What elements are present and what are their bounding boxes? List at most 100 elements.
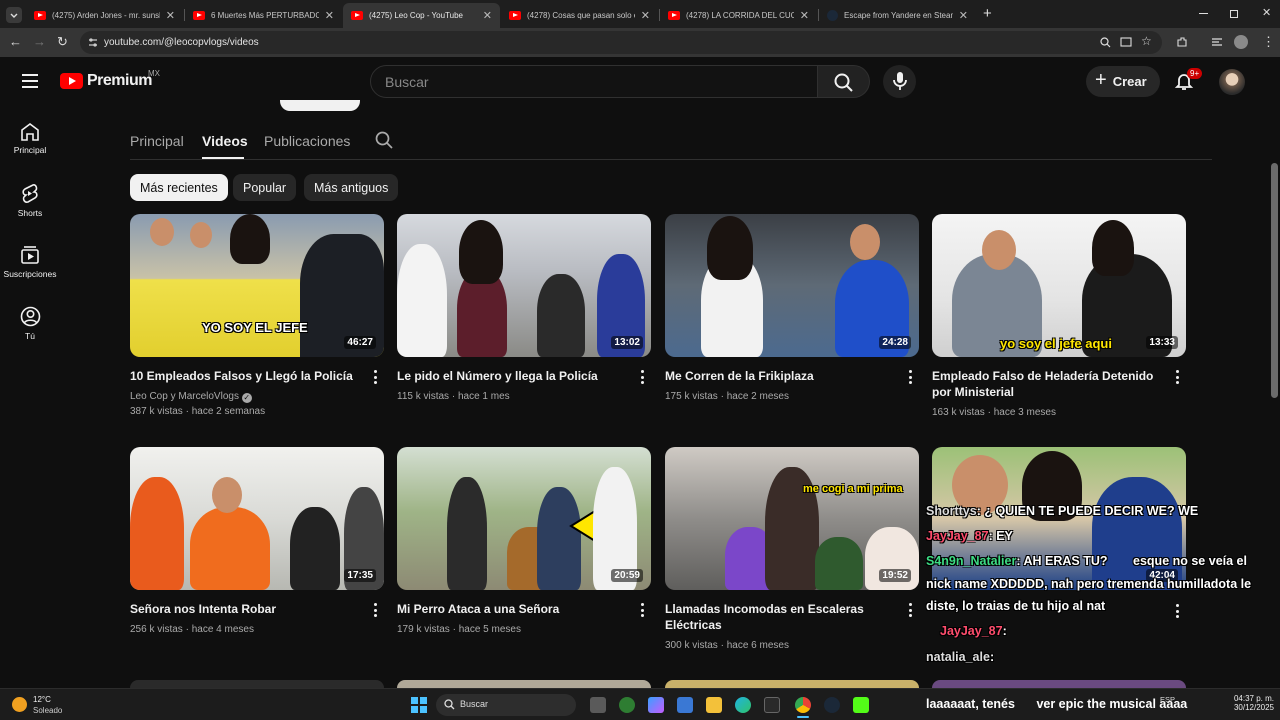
back-icon[interactable]: ← <box>9 34 22 49</box>
close-window-icon[interactable]: ✕ <box>1262 6 1271 19</box>
profile-avatar-icon[interactable] <box>1234 35 1248 49</box>
kick-icon[interactable] <box>853 697 869 713</box>
forward-icon[interactable]: → <box>33 34 46 49</box>
video-channel[interactable]: Leo Cop y MarceloVlogs ✓ <box>130 389 252 404</box>
more-options-icon[interactable] <box>641 603 645 617</box>
tab-close-icon[interactable]: ✕ <box>325 9 334 22</box>
video-title[interactable]: Mi Perro Ataca a una Señora <box>397 601 623 617</box>
minimize-icon[interactable] <box>1199 13 1208 14</box>
browser-tab-6[interactable]: Escape from Yandere en Steam ✕ <box>819 3 976 28</box>
video-title[interactable]: Señora nos Intenta Robar <box>130 601 356 617</box>
search-input[interactable]: Buscar <box>370 65 818 98</box>
tab-close-icon[interactable]: ✕ <box>959 9 968 22</box>
channel-name[interactable]: Leo Cop y MarceloVlogs <box>130 391 239 402</box>
video-title[interactable]: Llamadas Incomodas en Escaleras Eléctric… <box>665 601 891 633</box>
user-avatar[interactable] <box>1219 69 1245 95</box>
video-card[interactable]: 13:02 Le pido el Número y llega la Polic… <box>397 214 651 402</box>
windows-start-icon[interactable] <box>411 697 427 713</box>
more-options-icon[interactable] <box>374 603 378 617</box>
sidebar-item-principal[interactable]: Principal <box>0 122 60 155</box>
task-view-icon[interactable] <box>590 697 606 713</box>
subscribe-button-edge[interactable] <box>280 100 360 111</box>
tab-publicaciones[interactable]: Publicaciones <box>264 133 350 149</box>
weather-sun-icon[interactable] <box>12 697 27 712</box>
video-thumbnail[interactable]: 24:28 <box>665 214 919 357</box>
video-title[interactable]: Empleado Falso de Heladería Detenido por… <box>932 368 1158 400</box>
video-title[interactable]: Me Corren de la Frikiplaza <box>665 368 891 384</box>
scrollbar-thumb[interactable] <box>1271 163 1278 398</box>
tab-close-icon[interactable]: ✕ <box>800 9 809 22</box>
browser-tab-4[interactable]: (4278) Cosas que pasan solo en ✕ <box>501 3 658 28</box>
video-card[interactable]: yo soy el jefe aqui 13:33 Empleado Falso… <box>932 214 1186 418</box>
cast-icon[interactable] <box>1120 37 1132 48</box>
edge-icon[interactable] <box>735 697 751 713</box>
video-card[interactable]: 20:59 Mi Perro Ataca a una Señora 179 k … <box>397 447 651 635</box>
taskbar-search[interactable]: Buscar <box>436 694 576 716</box>
more-options-icon[interactable] <box>1176 370 1180 384</box>
file-explorer-icon[interactable] <box>706 697 722 713</box>
reload-icon[interactable]: ↻ <box>57 34 68 50</box>
store-icon[interactable] <box>677 697 693 713</box>
video-title[interactable]: 10 Empleados Falsos y Llegó la Policía <box>130 368 356 384</box>
browser-tab-1[interactable]: (4275) Arden Jones - mr. sunsh ✕ <box>26 3 183 28</box>
create-button[interactable]: + Crear <box>1086 66 1160 97</box>
xbox-icon[interactable] <box>619 697 635 713</box>
tab-search-icon[interactable] <box>6 7 22 23</box>
extensions-icon[interactable] <box>1176 36 1188 48</box>
chrome-icon[interactable] <box>795 697 811 713</box>
bookmark-star-icon[interactable]: ☆ <box>1141 34 1152 48</box>
restore-icon[interactable] <box>1230 10 1238 18</box>
menu-icon[interactable] <box>22 74 38 88</box>
weather-condition[interactable]: Soleado <box>33 706 62 715</box>
video-thumbnail[interactable]: 13:02 <box>397 214 651 357</box>
video-thumbnail[interactable] <box>130 680 384 688</box>
video-thumbnail[interactable]: YO SOY EL JEFE 46:27 <box>130 214 384 357</box>
sidebar-item-tu[interactable]: Tú <box>0 306 60 341</box>
tab-close-icon[interactable]: ✕ <box>483 9 492 22</box>
video-thumbnail[interactable]: me cogi a mi prima 19:52 <box>665 447 919 590</box>
excel-icon[interactable] <box>764 697 780 713</box>
browser-menu-icon[interactable]: ⋮ <box>1262 34 1275 50</box>
filter-chip-recent[interactable]: Más recientes <box>130 174 228 201</box>
video-thumbnail[interactable] <box>665 680 919 688</box>
browser-tab-2[interactable]: 6 Muertes Más PERTURBADORAS ✕ <box>185 3 342 28</box>
channel-search-icon[interactable] <box>375 131 393 149</box>
sidebar-item-suscripciones[interactable]: Suscripciones <box>0 245 60 279</box>
video-card[interactable]: 17:35 Señora nos Intenta Robar 256 k vis… <box>130 447 384 635</box>
language-indicator[interactable]: ESP <box>1160 695 1175 704</box>
more-options-icon[interactable] <box>641 370 645 384</box>
video-title[interactable]: Le pido el Número y llega la Policía <box>397 368 623 384</box>
site-info-icon[interactable] <box>88 37 98 48</box>
logo-text[interactable]: Premium <box>87 72 152 90</box>
tab-videos[interactable]: Videos <box>202 133 248 149</box>
reading-list-icon[interactable] <box>1211 37 1223 47</box>
youtube-logo-icon[interactable] <box>60 73 83 89</box>
copilot-icon[interactable] <box>648 697 664 713</box>
zoom-icon[interactable] <box>1100 37 1111 48</box>
video-thumbnail[interactable] <box>397 680 651 688</box>
filter-chip-oldest[interactable]: Más antiguos <box>304 174 399 201</box>
video-thumbnail[interactable]: 17:35 <box>130 447 384 590</box>
video-thumbnail[interactable]: yo soy el jefe aqui 13:33 <box>932 214 1186 357</box>
steam-icon[interactable] <box>824 697 840 713</box>
video-card[interactable]: YO SOY EL JEFE 46:27 10 Empleados Falsos… <box>130 214 384 417</box>
video-card[interactable]: 24:28 Me Corren de la Frikiplaza 175 k v… <box>665 214 919 402</box>
video-card[interactable]: me cogi a mi prima 19:52 Llamadas Incomo… <box>665 447 919 651</box>
tab-close-icon[interactable]: ✕ <box>641 9 650 22</box>
tab-close-icon[interactable]: ✕ <box>166 9 175 22</box>
more-options-icon[interactable] <box>909 603 913 617</box>
address-bar[interactable]: youtube.com/@leocopvlogs/videos ☆ <box>80 31 1162 54</box>
more-options-icon[interactable] <box>909 370 913 384</box>
search-button[interactable] <box>818 65 870 98</box>
more-options-icon[interactable] <box>374 370 378 384</box>
new-tab-icon[interactable]: + <box>983 5 992 22</box>
tab-principal[interactable]: Principal <box>130 133 184 149</box>
voice-search-button[interactable] <box>883 65 916 98</box>
filter-chip-popular[interactable]: Popular <box>233 174 297 201</box>
sidebar-item-shorts[interactable]: Shorts <box>0 183 60 218</box>
browser-tab-5[interactable]: (4278) LA CORRIDA DEL CUCHA ✕ <box>660 3 817 28</box>
video-thumbnail[interactable]: 20:59 <box>397 447 651 590</box>
browser-tab-3[interactable]: (4275) Leo Cop - YouTube ✕ <box>343 3 500 28</box>
taskbar-clock[interactable]: 04:37 p. m. 30/12/2025 <box>1226 694 1274 712</box>
weather-temperature[interactable]: 12°C <box>33 695 51 704</box>
